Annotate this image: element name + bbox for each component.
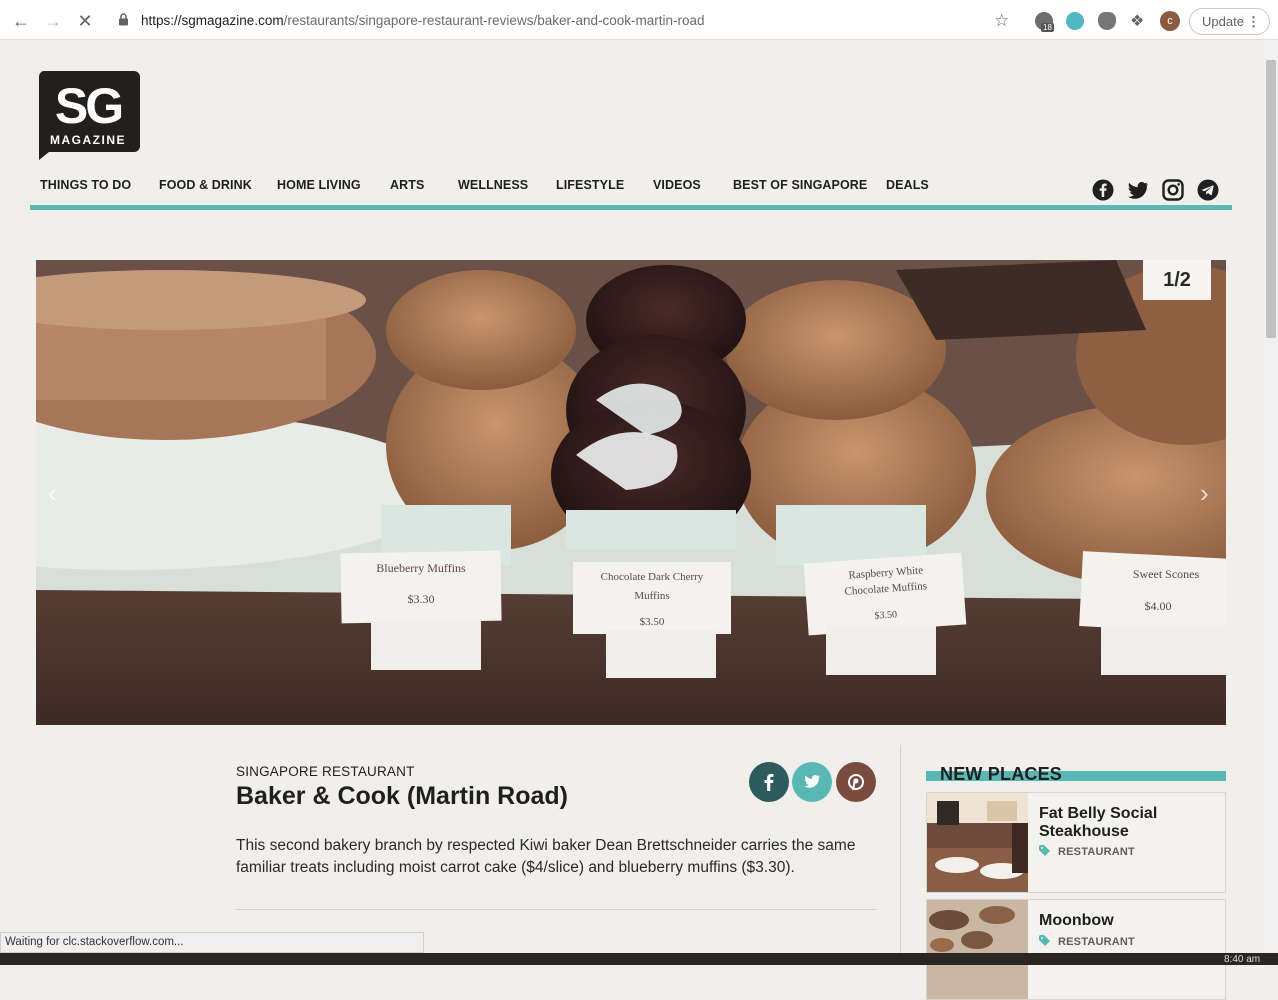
nav-accent-rule (30, 205, 1232, 210)
nav-lifestyle[interactable]: LIFESTYLE (556, 178, 624, 192)
slide-counter: 1/2 (1143, 260, 1211, 300)
logo-letters: SG (55, 78, 121, 134)
bookmark-star-icon[interactable]: ☆ (994, 11, 1009, 31)
new-place-card[interactable]: Fat Belly Social Steakhouse RESTAURANT (926, 792, 1226, 893)
nav-things-to-do[interactable]: THINGS TO DO (40, 178, 131, 192)
profile-avatar[interactable]: c (1160, 11, 1180, 31)
card-tag-label: RESTAURANT (1058, 936, 1135, 948)
nav-food-drink[interactable]: FOOD & DRINK (159, 178, 252, 192)
nav-best-of-singapore[interactable]: BEST OF SINGAPORE (733, 178, 867, 192)
extension-badge: 18 (1041, 23, 1054, 32)
svg-text:$3.30: $3.30 (408, 592, 435, 606)
label-raspberry: Raspberry White Chocolate Muffins $3.50 (803, 552, 967, 636)
nav-wellness[interactable]: WELLNESS (458, 178, 528, 192)
slider-next-icon[interactable]: › (1200, 478, 1209, 509)
label-choc-cherry: Chocolate Dark Cherry Muffins $3.50 (573, 562, 731, 634)
svg-text:Muffins: Muffins (634, 590, 669, 602)
article-title: Baker & Cook (Martin Road) (236, 782, 568, 810)
menu-kebab-icon: ⋮ (1247, 14, 1260, 29)
share-twitter-button[interactable] (792, 762, 832, 802)
update-button[interactable]: Update ⋮ (1189, 8, 1270, 35)
svg-text:$3.50: $3.50 (874, 609, 897, 622)
scrollbar-thumb[interactable] (1266, 60, 1276, 338)
browser-toolbar: ← → ✕ https://sgmagazine.com/restaurants… (0, 0, 1278, 40)
lock-icon[interactable] (118, 13, 129, 26)
article-category[interactable]: SINGAPORE RESTAURANT (236, 764, 415, 779)
card-tag-label: RESTAURANT (1058, 846, 1135, 858)
label-blueberry: Blueberry Muffins $3.30 (340, 550, 502, 624)
card-tag[interactable]: RESTAURANT (1039, 845, 1135, 858)
nav-deals[interactable]: DEALS (886, 178, 929, 192)
site-logo[interactable]: SG MAGAZINE (37, 71, 140, 160)
hero-slider[interactable]: Blueberry Muffins $3.30 Chocolate Dark C… (36, 260, 1226, 725)
card-tag[interactable]: RESTAURANT (1039, 935, 1135, 948)
article-description: This second bakery branch by respected K… (236, 837, 856, 876)
facebook-icon[interactable] (1092, 179, 1114, 201)
tag-icon (1039, 845, 1050, 856)
twitter-icon[interactable] (1127, 179, 1149, 201)
facebook-share-icon (764, 773, 774, 791)
bakery-photo: Blueberry Muffins $3.30 Chocolate Dark C… (36, 260, 1226, 725)
nav-arts[interactable]: ARTS (390, 178, 424, 192)
share-facebook-button[interactable] (749, 762, 789, 802)
new-places-heading: NEW PLACES (940, 764, 1063, 784)
svg-text:$3.50: $3.50 (640, 616, 665, 628)
instagram-icon[interactable] (1162, 179, 1184, 201)
twitter-share-icon (804, 775, 820, 788)
extension-grammar-icon[interactable] (1066, 12, 1084, 30)
stop-loading-icon[interactable]: ✕ (74, 10, 96, 32)
svg-text:$4.00: $4.00 (1145, 599, 1172, 613)
card-thumbnail (927, 900, 1028, 999)
logo-word: MAGAZINE (50, 133, 126, 147)
new-place-card[interactable]: Moonbow RESTAURANT (926, 899, 1226, 1000)
update-label: Update (1202, 14, 1244, 29)
svg-text:Blueberry Muffins: Blueberry Muffins (376, 561, 466, 575)
share-pinterest-button[interactable] (836, 762, 876, 802)
url-host: https://sgmagazine.com (141, 13, 284, 28)
column-divider (900, 745, 901, 955)
url-path: /restaurants/singapore-restaurant-review… (283, 13, 705, 28)
article-divider (236, 909, 876, 910)
card-title[interactable]: Fat Belly Social Steakhouse (1039, 805, 1219, 841)
telegram-icon[interactable] (1197, 179, 1219, 201)
card-thumbnail (927, 793, 1028, 892)
extension-hand-icon[interactable] (1098, 12, 1116, 30)
card-title[interactable]: Moonbow (1039, 912, 1219, 930)
nav-videos[interactable]: VIDEOS (653, 178, 701, 192)
browser-status-bar: Waiting for clc.stackoverflow.com... (0, 932, 424, 953)
svg-text:Chocolate Dark Cherry: Chocolate Dark Cherry (601, 571, 704, 583)
tag-icon (1039, 935, 1050, 946)
extensions-puzzle-icon[interactable]: ❖ (1130, 11, 1144, 31)
os-taskbar (0, 953, 1278, 965)
label-sweet-scones: Sweet Scones $4.00 (1079, 551, 1226, 634)
pinterest-share-icon (848, 774, 864, 791)
slider-prev-icon[interactable]: ‹ (48, 478, 57, 509)
nav-home-living[interactable]: HOME LIVING (277, 178, 361, 192)
forward-icon[interactable]: → (42, 10, 64, 32)
svg-text:Sweet Scones: Sweet Scones (1133, 567, 1200, 581)
taskbar-clock: 8:40 am (1224, 954, 1261, 965)
back-icon[interactable]: ← (10, 10, 32, 32)
address-bar[interactable]: https://sgmagazine.com/restaurants/singa… (141, 13, 705, 28)
